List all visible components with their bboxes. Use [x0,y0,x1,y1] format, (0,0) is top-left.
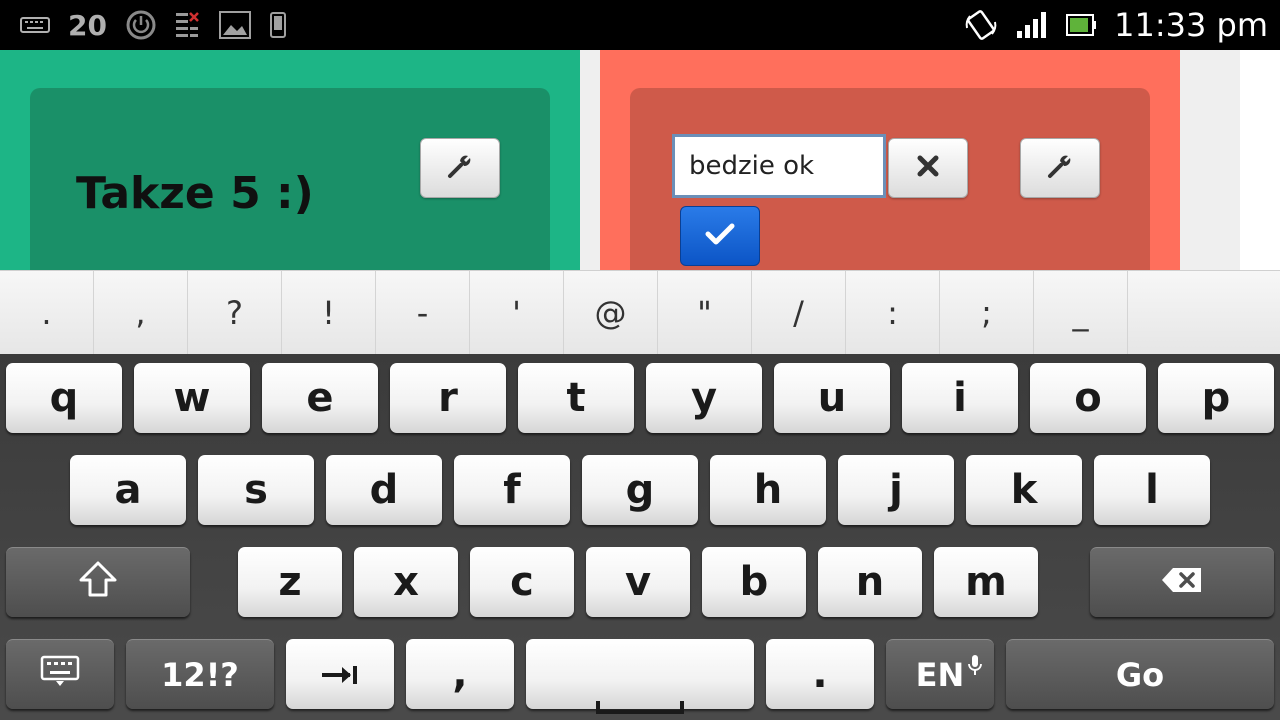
key-b[interactable]: b [702,547,806,617]
key-n[interactable]: n [818,547,922,617]
key-w[interactable]: w [134,363,250,433]
key-l[interactable]: l [1094,455,1210,525]
language-key[interactable]: EN [886,639,994,709]
soft-keyboard: q w e r t y u i o p a s d f g h j k l z … [0,354,1280,720]
edit-note-button[interactable] [420,138,500,198]
key-u[interactable]: u [774,363,890,433]
symbol-suggestion-row: . , ? ! - ' @ " / : ; _ [0,270,1280,355]
symbol-key[interactable]: / [752,271,846,355]
key-i[interactable]: i [902,363,1018,433]
tab-key[interactable] [286,639,394,709]
symbol-key[interactable]: @ [564,271,658,355]
symbol-key[interactable]: ! [282,271,376,355]
key-y[interactable]: y [646,363,762,433]
key-t[interactable]: t [518,363,634,433]
symbol-key[interactable]: : [846,271,940,355]
key-q[interactable]: q [6,363,122,433]
go-button[interactable]: Go [1006,639,1274,709]
note-text: Takze 5 :) [76,168,314,219]
symbol-key[interactable]: ' [470,271,564,355]
checkmark-icon [705,222,735,250]
rotation-icon [964,8,998,42]
power-icon [125,9,157,41]
card-gap [580,50,600,270]
wrench-icon [1046,152,1074,184]
key-k[interactable]: k [966,455,1082,525]
key-z[interactable]: z [238,547,342,617]
close-icon [916,154,940,182]
phone-icon [269,12,287,38]
backspace-icon [1161,564,1203,602]
confirm-edit-button[interactable] [680,206,760,266]
edit-note-button[interactable] [1020,138,1100,198]
key-g[interactable]: g [582,455,698,525]
key-m[interactable]: m [934,547,1038,617]
notification-count: 20 [68,8,107,42]
keyboard-notification-icon [20,15,50,35]
status-bar: 20 11:33 pm [0,0,1280,50]
symbol-key[interactable]: ? [188,271,282,355]
key-a[interactable]: a [70,455,186,525]
status-bar-system: 11:33 pm [964,5,1268,45]
keyboard-icon [40,655,80,695]
symbol-key[interactable]: . [0,271,94,355]
battery-icon [1066,13,1097,37]
status-bar-notifications: 20 [20,7,287,43]
symbol-key[interactable]: _ [1034,271,1128,355]
space-bar-icon [596,679,684,720]
wrench-icon [446,152,474,184]
keyboard-settings-key[interactable] [6,639,114,709]
key-v[interactable]: v [586,547,690,617]
key-o[interactable]: o [1030,363,1146,433]
cancel-edit-button[interactable] [888,138,968,198]
note-edit-input[interactable]: bedzie ok [672,134,886,198]
key-h[interactable]: h [710,455,826,525]
symbol-row-filler [1128,271,1280,354]
notes-board: Takze 5 :) bedzie ok [0,50,1280,270]
shift-key[interactable] [6,547,190,617]
card-gap-right [1180,50,1240,270]
numbers-symbols-key[interactable]: 12!? [126,639,274,709]
backspace-key[interactable] [1090,547,1274,617]
key-r[interactable]: r [390,363,506,433]
microphone-icon [968,646,982,684]
symbol-key[interactable]: - [376,271,470,355]
key-e[interactable]: e [262,363,378,433]
signal-icon [1016,11,1048,39]
screen: 20 11:33 pm Takze 5:) bedzie ok . , ? !… [0,0,1280,720]
symbol-key[interactable]: " [658,271,752,355]
comma-key[interactable]: , [406,639,514,709]
shift-icon [78,560,118,606]
note-card-right[interactable]: bedzie ok [600,50,1180,270]
clock: 11:33 pm [1114,6,1268,44]
note-card-right-body: bedzie ok [630,88,1150,270]
key-d[interactable]: d [326,455,442,525]
note-card-left[interactable]: Takze 5 :) [0,50,580,270]
period-key[interactable]: . [766,639,874,709]
key-s[interactable]: s [198,455,314,525]
symbol-key[interactable]: , [94,271,188,355]
key-x[interactable]: x [354,547,458,617]
space-key[interactable] [526,639,754,714]
key-p[interactable]: p [1158,363,1274,433]
symbol-key[interactable]: ; [940,271,1034,355]
image-icon [218,11,251,39]
key-c[interactable]: c [470,547,574,617]
language-label: EN [915,655,965,694]
task-list-icon [175,11,201,39]
tab-icon [320,651,360,697]
key-j[interactable]: j [838,455,954,525]
note-card-left-body: Takze 5 :) [30,88,550,270]
key-f[interactable]: f [454,455,570,525]
